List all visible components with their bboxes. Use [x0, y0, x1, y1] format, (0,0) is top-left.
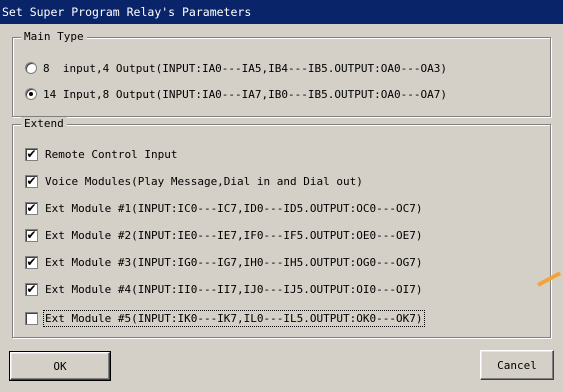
extend-item-label: Remote Control Input [45, 147, 178, 161]
window-title: Set Super Program Relay's Parameters [0, 0, 563, 24]
checkbox-remote-control[interactable]: ✔ [25, 147, 38, 161]
ok-button[interactable]: OK [9, 351, 111, 381]
extend-item-voice-modules[interactable]: ✔ Voice Modules(Play Message,Dial in and… [25, 173, 363, 189]
checkbox-ext-module-5[interactable] [25, 311, 38, 325]
extend-item-label: Ext Module #3(INPUT:IG0---IG7,IH0---IH5.… [45, 255, 423, 269]
extend-item-ext-module-5[interactable]: Ext Module #5(INPUT:IK0---IK7,IL0---IL5.… [25, 309, 425, 327]
extend-item-ext-module-2[interactable]: ✔ Ext Module #2(INPUT:IE0---IE7,IF0---IF… [25, 227, 423, 243]
main-type-option-label: 14 Input,8 Output(INPUT:IA0---IA7,IB0---… [43, 87, 447, 101]
extend-item-label: Ext Module #4(INPUT:II0---II7,IJ0---IJ5.… [45, 282, 423, 296]
checkbox-voice-modules[interactable]: ✔ [25, 174, 38, 188]
radio-button-8in[interactable] [25, 62, 37, 74]
extend-item-label: Ext Module #1(INPUT:IC0---IC7,ID0---ID5.… [45, 201, 423, 215]
extend-legend: Extend [21, 117, 67, 130]
radio-button-14in[interactable] [25, 88, 37, 100]
extend-item-ext-module-4[interactable]: ✔ Ext Module #4(INPUT:II0---II7,IJ0---IJ… [25, 281, 423, 297]
extend-item-ext-module-1[interactable]: ✔ Ext Module #1(INPUT:IC0---IC7,ID0---ID… [25, 200, 423, 216]
extend-item-remote-control[interactable]: ✔ Remote Control Input [25, 146, 177, 162]
main-type-option-label: 8 input,4 Output(INPUT:IA0---IA5,IB4---I… [43, 61, 447, 75]
extend-item-label: Ext Module #5(INPUT:IK0---IK7,IL0---IL5.… [43, 309, 425, 327]
extend-item-ext-module-3[interactable]: ✔ Ext Module #3(INPUT:IG0---IG7,IH0---IH… [25, 254, 423, 270]
main-type-group: Main Type 8 input,4 Output(INPUT:IA0---I… [12, 30, 551, 117]
checkbox-ext-module-3[interactable]: ✔ [25, 255, 38, 269]
extend-item-label: Ext Module #2(INPUT:IE0---IE7,IF0---IF5.… [45, 228, 423, 242]
checkbox-ext-module-4[interactable]: ✔ [25, 282, 38, 296]
extend-group: Extend ✔ Remote Control Input ✔ Voice Mo… [12, 117, 551, 338]
main-type-legend: Main Type [21, 30, 87, 43]
cancel-button[interactable]: Cancel [480, 350, 554, 380]
checkbox-ext-module-2[interactable]: ✔ [25, 228, 38, 242]
checkbox-ext-module-1[interactable]: ✔ [25, 201, 38, 215]
extend-item-label: Voice Modules(Play Message,Dial in and D… [45, 174, 363, 188]
main-type-option-8in[interactable]: 8 input,4 Output(INPUT:IA0---IA5,IB4---I… [25, 60, 447, 76]
radio-selected-dot [29, 92, 33, 96]
main-type-option-14in[interactable]: 14 Input,8 Output(INPUT:IA0---IA7,IB0---… [25, 86, 447, 102]
